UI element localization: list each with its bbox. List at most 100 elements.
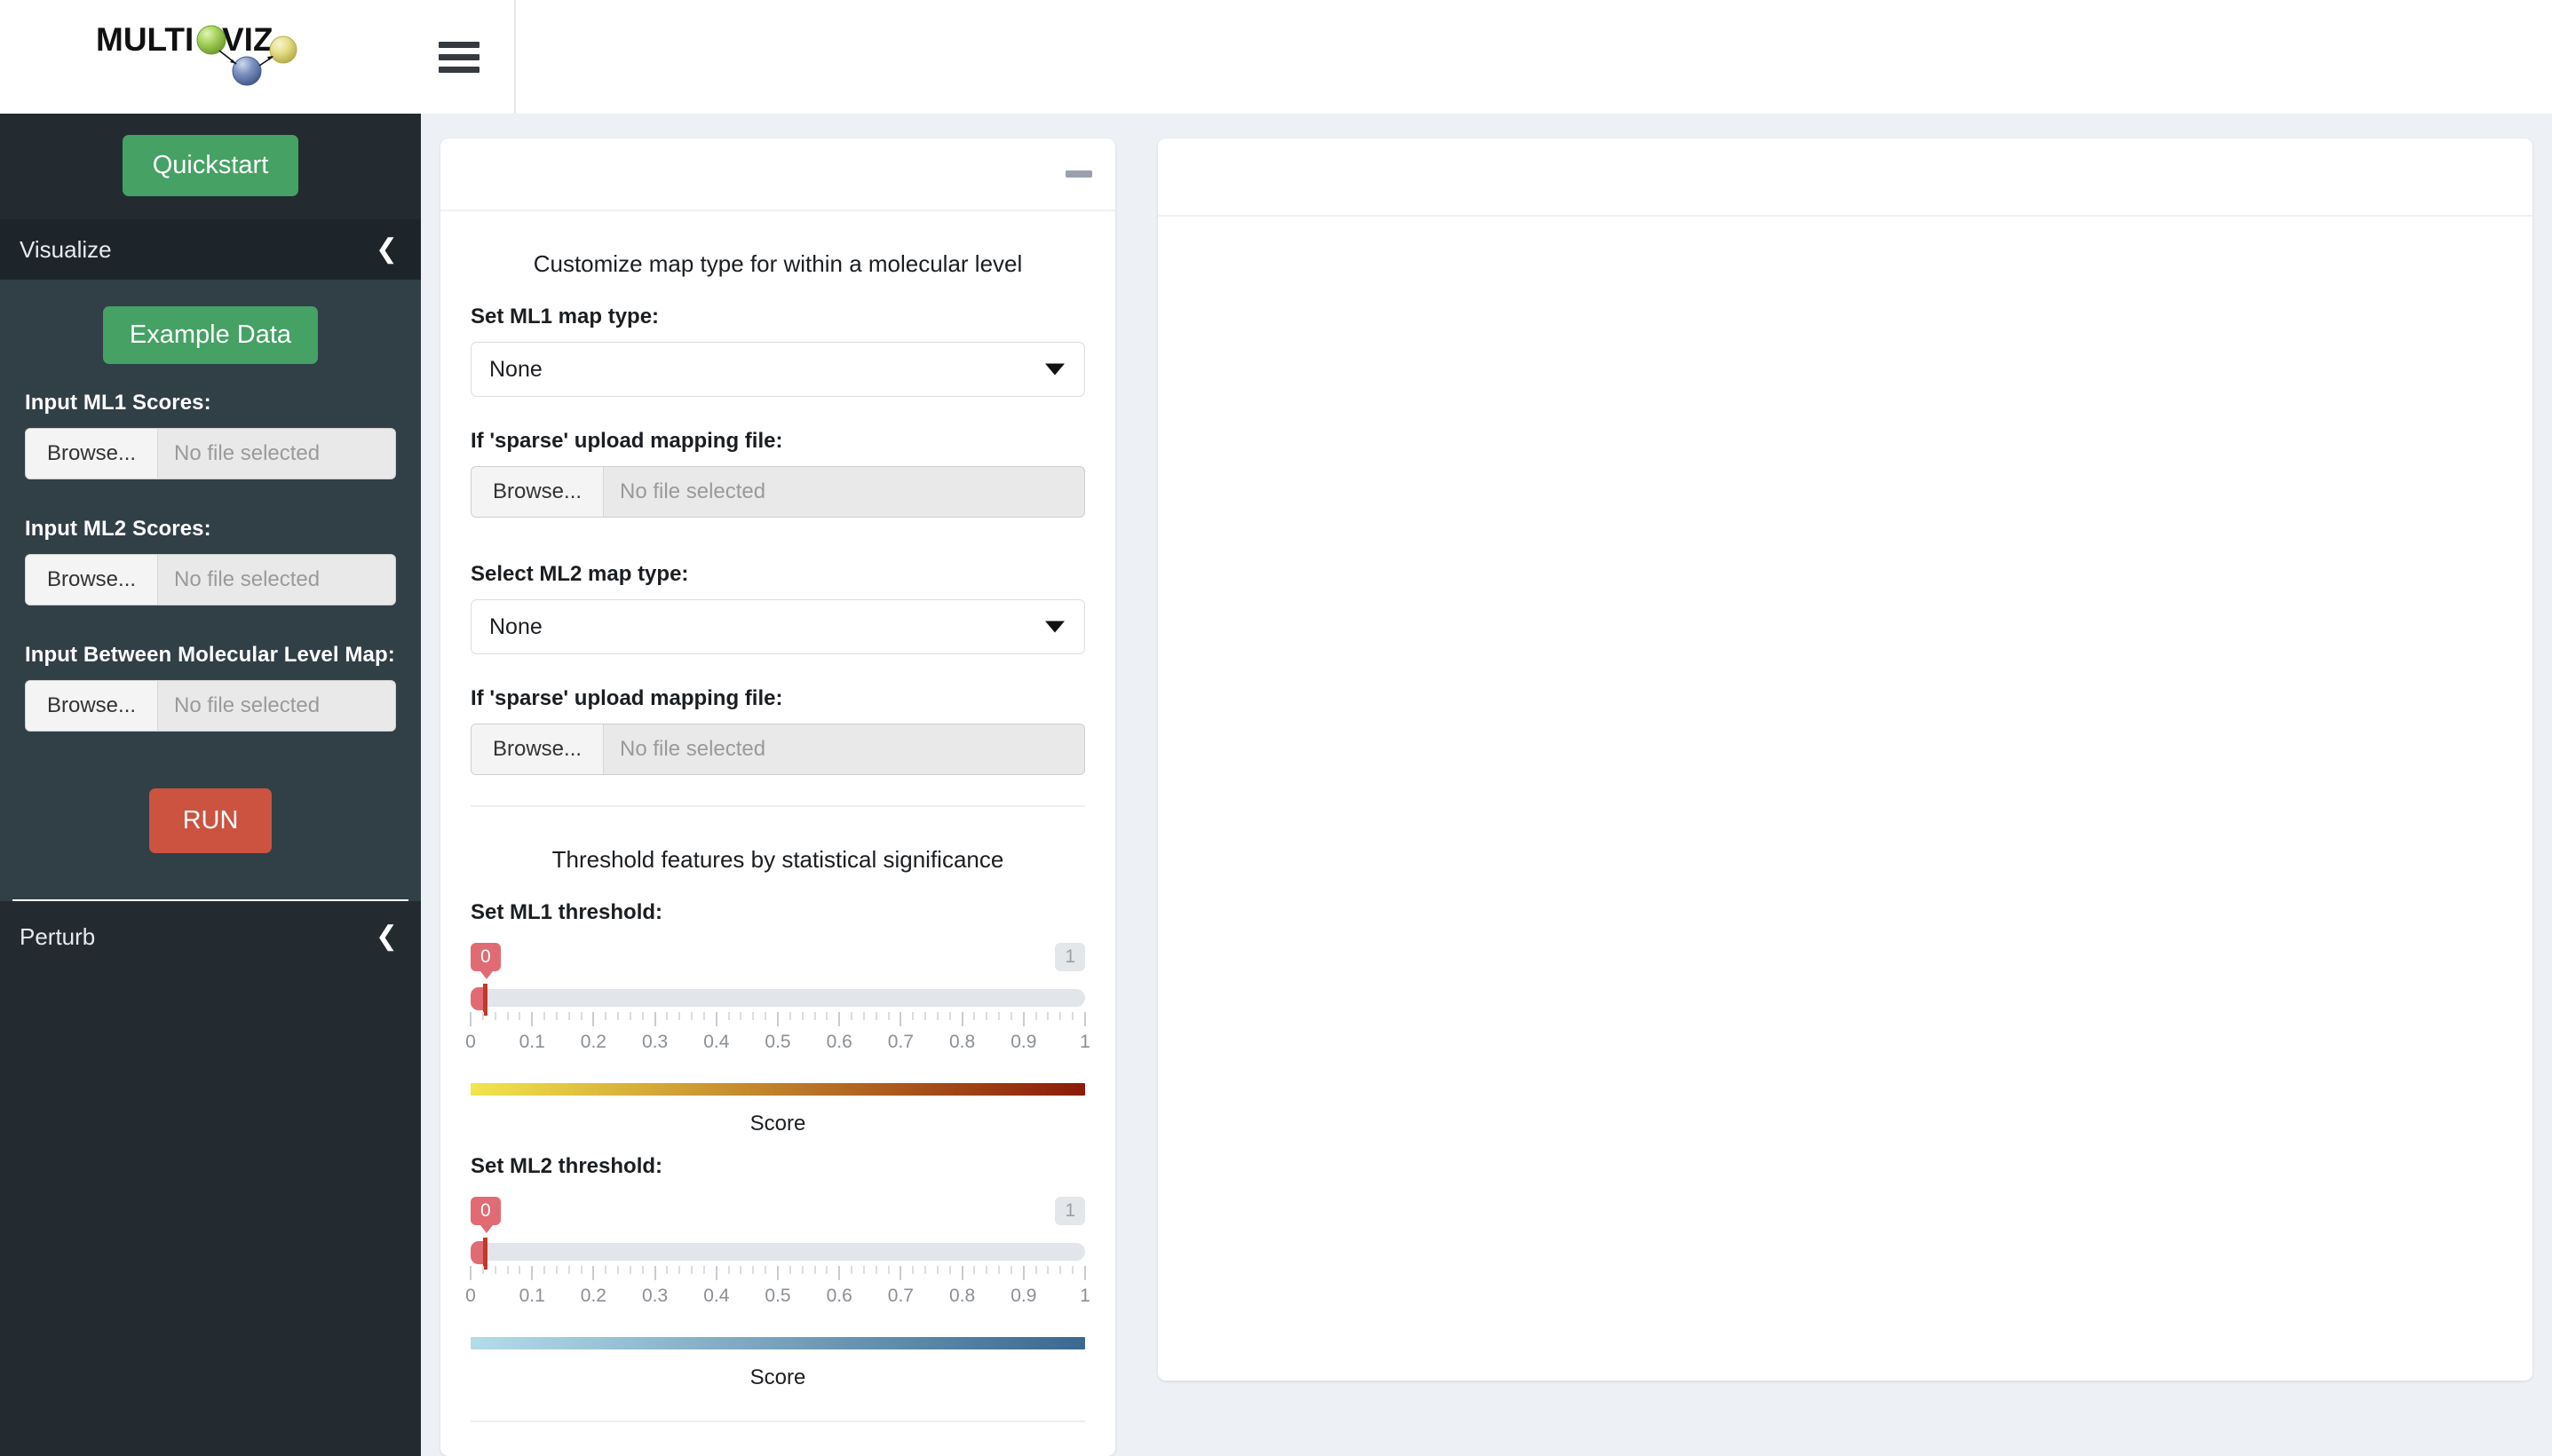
hamburger-icon[interactable] [439,41,479,73]
minimize-icon[interactable] [1066,170,1092,178]
ml1-tick-minor [605,1012,607,1021]
ml2-tick-minor [1047,1266,1050,1275]
ml1-tick-label: 0.4 [703,1032,730,1053]
ml1-tick-minor [924,1012,927,1021]
ml1-slider-ticks [470,1012,1086,1030]
ml2-slider-handle[interactable] [471,1238,487,1270]
graph-canvas[interactable] [1158,217,2532,1381]
graph-card-header [1158,138,2532,217]
ml1-tick-label: 0.3 [641,1032,669,1053]
ml2-colorbar-caption: Score [749,1365,806,1390]
ml2-tick-minor [605,1266,607,1275]
between-level-map-browse-button[interactable]: Browse... [26,681,159,731]
sidebar-section-perturb[interactable]: Perturb ❮ [0,901,421,972]
ml1-tick-major [838,1012,841,1027]
ml1-tick-minor [740,1012,742,1021]
ml2-tick-major [592,1266,595,1281]
ml2-tick-minor [641,1266,644,1275]
ml2-map-type-value: None [489,613,543,639]
ml1-tick-minor [1072,1012,1074,1021]
ml2-tick-label: 0 [465,1286,476,1307]
ml1-scores-browse-button[interactable]: Browse... [26,429,159,479]
ml2-map-type-label: Select ML2 map type: [471,562,689,587]
example-data-button[interactable]: Example Data [102,306,319,364]
chevron-left-icon[interactable]: ❮ [376,236,398,263]
ml1-colorbar [471,1083,1085,1096]
ml2-tick-minor [924,1266,927,1275]
ml2-tick-minor [629,1266,631,1275]
ml1-sparse-file-input[interactable]: Browse... No file selected [471,466,1085,518]
ml2-tick-minor [617,1266,620,1275]
ml1-slider-tooltips: 0 1 [471,943,1085,980]
logo-area: MULTI VIZ [0,0,421,114]
ml1-tick-minor [1010,1012,1012,1021]
ml1-slider-track-row[interactable] [471,984,1085,1017]
ml2-tick-label: 0.9 [1010,1286,1037,1307]
ml1-tick-label: 0 [465,1032,476,1053]
ml2-tick-minor [666,1266,669,1275]
ml1-tick-minor [519,1012,521,1021]
sidebar-filler [0,972,421,1456]
ml2-tick-minor [740,1266,742,1275]
ml2-tick-minor [826,1266,828,1275]
chevron-left-icon[interactable]: ❮ [376,923,398,950]
ml2-scores-file-input[interactable]: Browse... No file selected [25,554,396,605]
ml1-tick-major [900,1012,902,1027]
ml2-tick-minor [801,1266,804,1275]
ml1-sparse-browse-button[interactable]: Browse... [472,467,605,518]
ml1-slider-tick-labels: 0 0.1 0.2 0.3 0.4 0.5 0.6 0.7 0.8 0.9 1 [465,1032,1090,1060]
ml1-tick-label: 0.2 [580,1032,606,1053]
ml1-tick-minor [801,1012,804,1021]
ml2-tick-minor [765,1266,767,1275]
sidebar-section-visualize-label: Visualize [20,235,112,263]
topbar [421,0,2552,114]
ml2-tick-major [1084,1266,1086,1281]
ml2-sparse-browse-button[interactable]: Browse... [472,724,605,775]
ml1-map-type-select[interactable]: None [471,342,1085,398]
ml2-threshold-slider[interactable]: 0 1 0 0.1 0.2 0.3 0.4 0.5 0.6 0.7 0.8 0.9 1 [465,1191,1090,1314]
content-area: Customize map type for within a molecula… [421,114,2552,1456]
topbar-separator [514,0,516,114]
ml1-slider-max-badge: 1 [1055,943,1085,972]
ml2-tick-minor [973,1266,976,1275]
ml2-scores-browse-button[interactable]: Browse... [26,555,159,605]
ml1-scores-file-input[interactable]: Browse... No file selected [25,428,396,479]
ml1-tick-minor [691,1012,693,1021]
ml1-threshold-slider[interactable]: 0 1 0 0.1 0.2 0.3 0.4 0.5 0.6 0.7 0.8 0.9 1 [465,938,1090,1060]
ml1-tick-minor [826,1012,828,1021]
ml2-tick-minor [1059,1266,1062,1275]
ml2-map-type-select[interactable]: None [471,599,1085,655]
ml2-slider-tooltips: 0 1 [471,1197,1085,1234]
quickstart-band: Quickstart [0,114,421,219]
ml2-tick-major [900,1266,902,1281]
ml2-tick-minor [691,1266,693,1275]
graph-card [1158,138,2532,1381]
ml1-tick-minor [727,1012,730,1021]
hamburger-bar [439,41,479,48]
ml2-tick-minor [851,1266,853,1275]
between-level-map-field: Input Between Molecular Level Map: Brows… [0,643,421,732]
ml2-tick-major [470,1266,472,1281]
ml2-tick-minor [998,1266,1001,1275]
between-level-map-file-input[interactable]: Browse... No file selected [25,680,396,732]
ml1-map-type-label: Set ML1 map type: [471,305,660,329]
ml2-tick-label: 0.1 [519,1286,545,1307]
sidebar-section-visualize[interactable]: Visualize ❮ [0,219,421,280]
ml2-sparse-file-input[interactable]: Browse... No file selected [471,724,1085,776]
ml1-tick-minor [765,1012,767,1021]
ml1-tick-minor [1034,1012,1037,1021]
ml1-tick-minor [813,1012,816,1021]
ml1-slider-track[interactable] [471,989,1085,1008]
ml1-tick-major [961,1012,963,1027]
ml2-tick-minor [912,1266,915,1275]
ml2-slider-track[interactable] [471,1243,1085,1262]
ml2-tick-minor [543,1266,546,1275]
ml2-slider-track-row[interactable] [471,1238,1085,1270]
ml2-tick-minor [678,1266,681,1275]
ml1-sparse-label: If 'sparse' upload mapping file: [471,429,783,454]
ml1-tick-major [715,1012,717,1027]
quickstart-button[interactable]: Quickstart [122,135,299,196]
ml1-slider-handle[interactable] [471,984,487,1017]
ml2-threshold-label: Set ML2 threshold: [471,1154,663,1179]
run-button[interactable]: RUN [148,788,273,853]
